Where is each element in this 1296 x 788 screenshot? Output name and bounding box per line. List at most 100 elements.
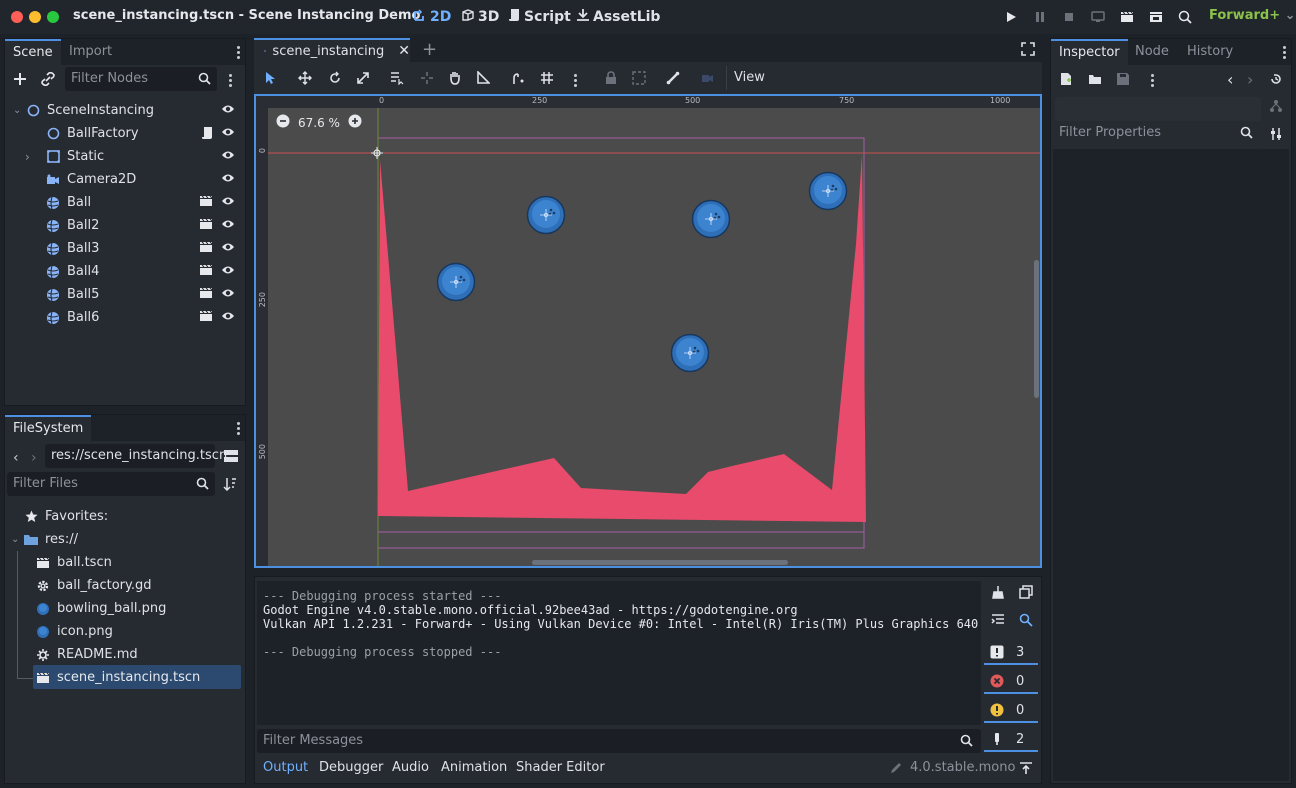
scene-tree-node[interactable]: › Static [13,145,237,168]
tab-inspector[interactable]: Inspector [1051,39,1128,65]
tab-debugger[interactable]: Debugger [319,760,383,775]
stop-button[interactable] [1059,8,1079,26]
filter-nodes-input[interactable]: Filter Nodes [65,67,217,91]
open-in-editor-icon[interactable] [199,287,213,299]
ball-sprite[interactable] [436,262,476,306]
movie-maker-button[interactable] [1175,8,1195,26]
filter-files-input[interactable]: Filter Files [7,472,215,496]
zoom-level[interactable]: 67.6 % [298,116,340,130]
scene-tree-node[interactable]: Ball4 [13,260,237,283]
scene-tree-node[interactable]: Ball2 [13,214,237,237]
tab-3d[interactable]: 3D [461,8,499,26]
tab-shader-editor[interactable]: Shader Editor [516,760,605,775]
horizontal-scrollbar[interactable] [532,560,788,565]
distraction-free-button[interactable] [1021,42,1035,60]
pivot-mode-button[interactable] [418,69,436,87]
tab-animation[interactable]: Animation [441,760,507,775]
list-selection-button[interactable] [388,69,406,87]
filesystem-menu-icon[interactable] [237,420,241,437]
filter-messages-input[interactable]: Filter Messages [257,729,981,753]
visibility-eye-icon[interactable] [221,103,235,115]
property-settings-button[interactable] [1269,127,1283,145]
pause-button[interactable] [1030,8,1050,26]
ball-sprite[interactable] [526,195,566,239]
open-resource-button[interactable] [1088,72,1102,90]
add-scene-tab-icon[interactable]: + [422,39,437,60]
script-attached-icon[interactable] [201,126,213,140]
renderer-selector[interactable]: Forward+ ⌄ [1209,8,1296,23]
scene-dock-menu-icon[interactable] [237,44,241,61]
ball-sprite[interactable] [691,199,731,243]
sort-button[interactable] [223,477,237,495]
file-item[interactable]: icon.png [35,620,113,643]
collapse-button[interactable] [991,613,1005,631]
visibility-eye-icon[interactable] [221,126,235,138]
tab-node[interactable]: Node [1127,39,1177,65]
tab-output[interactable]: Output [263,760,308,775]
select-mode-button[interactable] [262,69,280,87]
smart-snap-button[interactable] [510,69,528,87]
history-back-icon[interactable]: ‹ [1227,70,1233,89]
file-item[interactable]: bowling_ball.png [35,597,166,620]
scene-tree-node[interactable]: BallFactory [13,122,237,145]
canvas-viewport[interactable]: 0 250 500 750 1000 0 250 500 67.6 % [254,94,1042,568]
scene-tree-node[interactable]: Ball3 [13,237,237,260]
file-item[interactable]: ball_factory.gd [35,574,152,597]
scene-tree-node[interactable]: Ball5 [13,283,237,306]
new-resource-button[interactable] [1059,72,1073,90]
file-item[interactable]: ball.tscn [35,551,112,574]
play-custom-scene-button[interactable] [1146,8,1166,26]
tab-history[interactable]: History [1179,39,1241,65]
move-mode-button[interactable] [296,69,314,87]
tab-import[interactable]: Import [61,39,120,65]
visibility-eye-icon[interactable] [221,241,235,253]
visibility-eye-icon[interactable] [221,149,235,161]
tab-filesystem[interactable]: FileSystem [5,415,92,441]
instance-scene-button[interactable] [41,71,55,90]
copy-output-button[interactable] [1019,585,1033,603]
back-icon[interactable]: ‹ [13,450,19,466]
pin-bottom-panel-button[interactable] [1019,761,1033,779]
filter-properties-input[interactable]: Filter Properties [1053,121,1259,145]
tab-audio[interactable]: Audio [392,760,429,775]
visibility-eye-icon[interactable] [221,310,235,322]
camera-override-button[interactable] [698,69,716,87]
view-menu[interactable]: View [734,70,765,85]
collapse-arrow-icon[interactable]: ⌄ [13,105,25,116]
open-in-editor-icon[interactable] [199,195,213,207]
editor-message-counter[interactable]: 2 [984,728,1038,752]
tab-script[interactable]: Script [508,8,571,26]
open-in-editor-icon[interactable] [199,241,213,253]
split-mode-button[interactable] [223,449,239,467]
horizontal-ruler[interactable]: 0 250 500 750 1000 [256,96,1040,108]
maximize-window-button[interactable] [47,11,59,23]
rotate-mode-button[interactable] [326,69,344,87]
res-root-row[interactable]: ⌄ res:// [11,528,78,551]
open-in-editor-icon[interactable] [199,310,213,322]
remote-debug-button[interactable] [1088,8,1108,26]
lock-button[interactable] [602,69,620,87]
save-resource-button[interactable] [1116,72,1130,90]
error-counter[interactable]: 0 [984,670,1038,694]
close-window-button[interactable] [11,11,23,23]
warning-counter[interactable]: 0 [984,699,1038,723]
scale-mode-button[interactable] [354,69,372,87]
minimize-window-button[interactable] [29,11,41,23]
zoom-in-button[interactable] [348,114,362,132]
tab-scene[interactable]: Scene [5,39,61,65]
object-tree-button[interactable] [1269,99,1283,117]
expand-arrow-icon[interactable]: › [25,150,45,164]
tab-assetlib[interactable]: AssetLib [576,8,660,26]
skeleton-button[interactable] [664,69,682,87]
vertical-ruler[interactable]: 0 250 500 [256,96,268,566]
snap-options-icon[interactable] [574,72,578,89]
scene-tree-node[interactable]: Ball [13,191,237,214]
visibility-eye-icon[interactable] [221,218,235,230]
open-in-editor-icon[interactable] [199,264,213,276]
object-history-button[interactable] [1269,72,1283,90]
forward-icon[interactable]: › [31,450,37,466]
group-button[interactable] [630,69,648,87]
search-output-button[interactable] [1019,613,1033,631]
scene-tree-node[interactable]: Camera2D [13,168,237,191]
message-counter[interactable]: 3 [984,641,1038,665]
